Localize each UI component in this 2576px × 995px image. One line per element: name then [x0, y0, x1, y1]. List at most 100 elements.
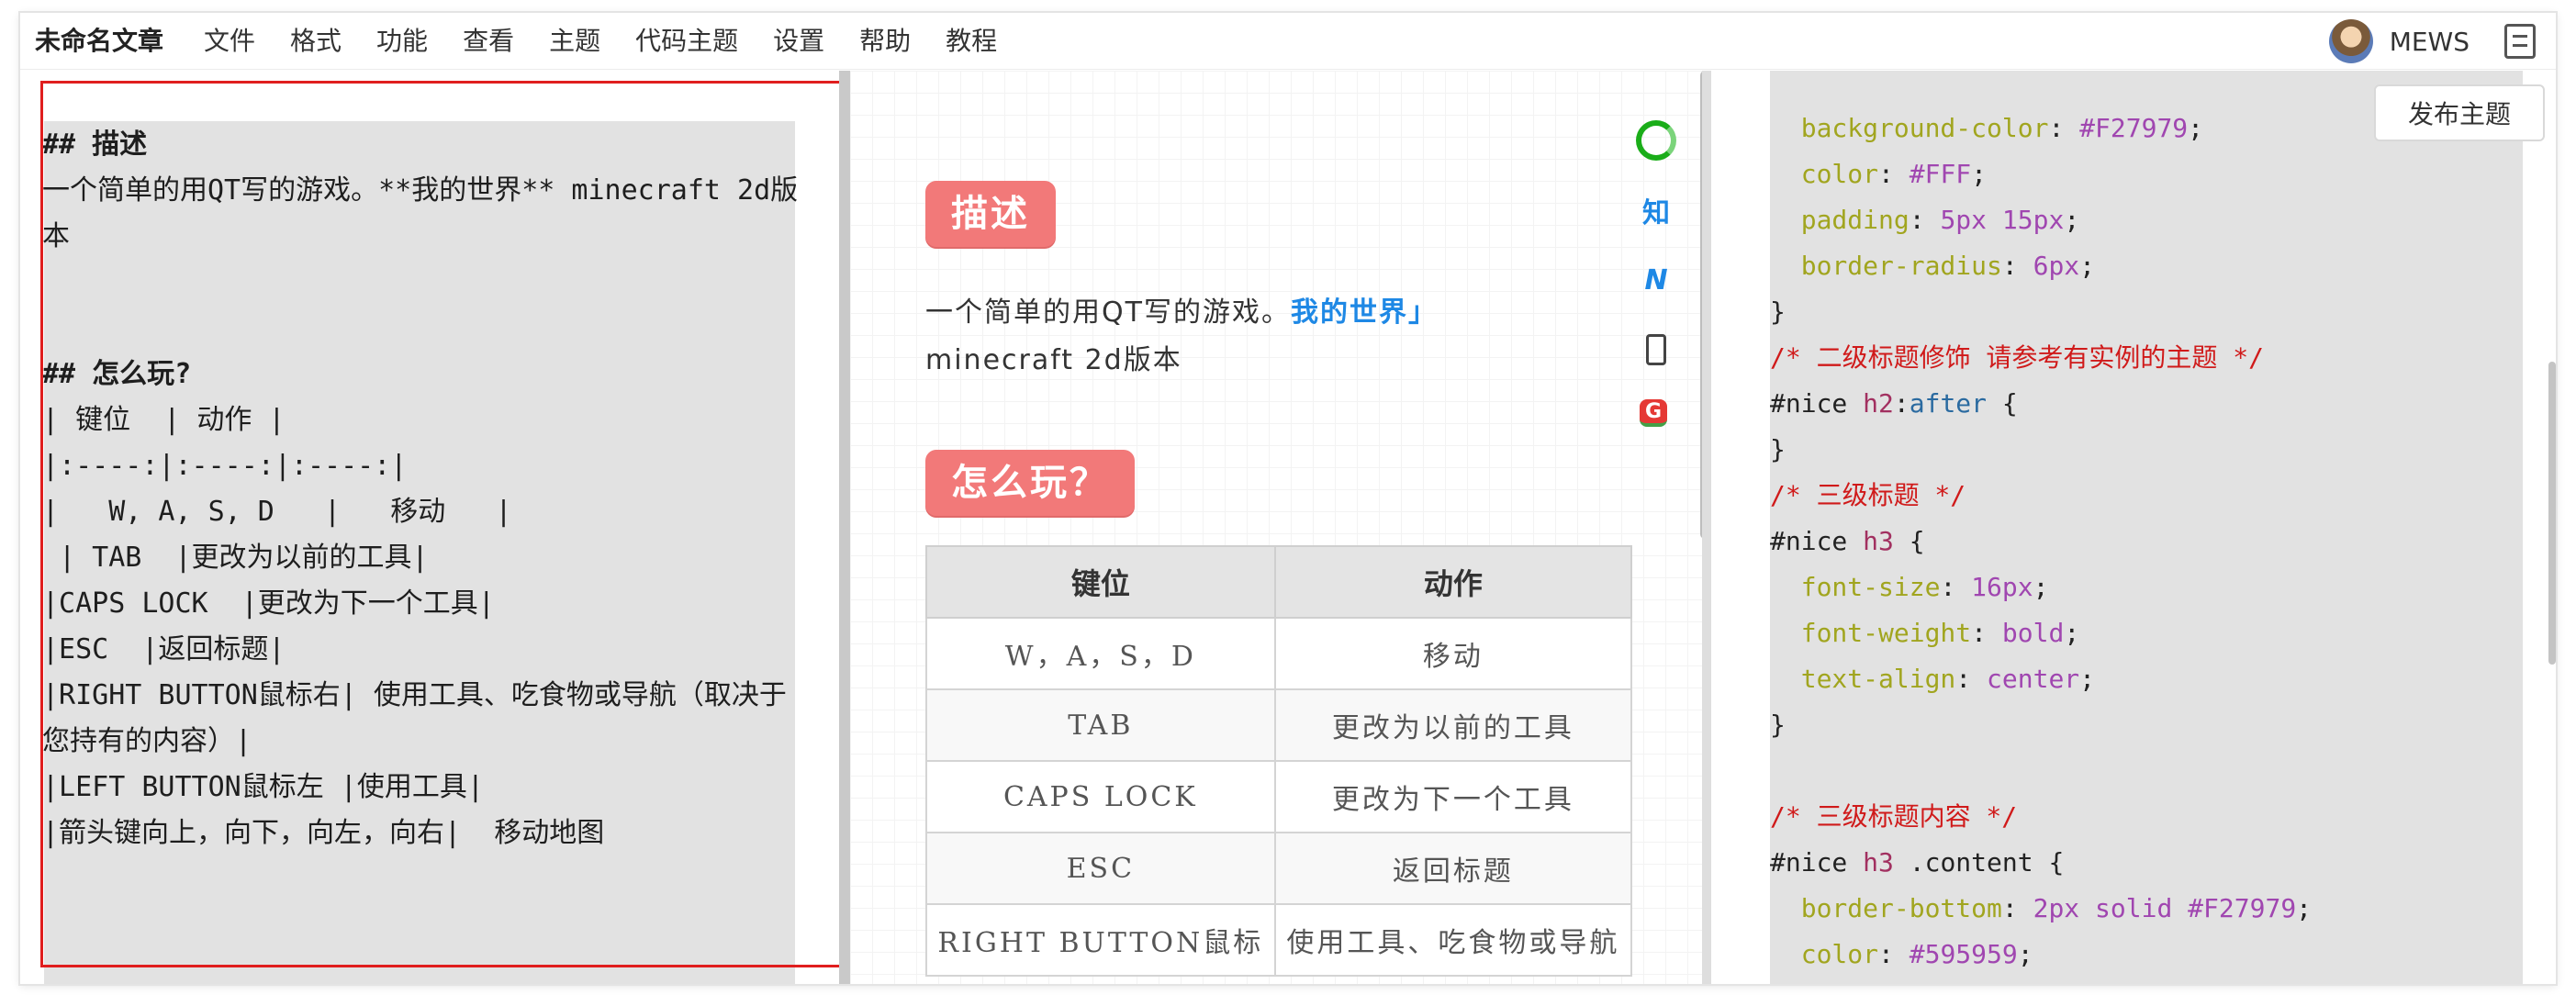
document-list-icon[interactable] [2504, 24, 2536, 59]
editor-line[interactable]: ## 描述 [42, 122, 804, 168]
css-line[interactable] [1770, 748, 2523, 794]
css-line[interactable]: color: #FFF; [1770, 151, 2523, 197]
css-scrollbar[interactable] [2548, 362, 2556, 665]
css-token [1770, 572, 1801, 602]
css-token: #nice [1770, 847, 1864, 878]
css-token: h2 [1863, 388, 1894, 419]
css-token: after [1909, 388, 1988, 419]
css-line[interactable]: /* 三级标题内容 */ [1770, 794, 2523, 840]
pane-splitter-right[interactable] [1702, 71, 1711, 984]
editor-line[interactable]: 一个简单的用QT写的游戏。**我的世界** minecraft 2d版本 [42, 168, 804, 260]
css-token: } [1770, 296, 1786, 327]
publish-theme-button[interactable]: 发布主题 [2374, 84, 2545, 141]
css-line[interactable]: #nice h3 { [1770, 519, 2523, 565]
editor-line[interactable]: | 键位 | 动作 | [42, 397, 804, 443]
editor-text[interactable]: ## 描述 一个简单的用QT写的游戏。**我的世界** minecraft 2d版… [42, 122, 804, 856]
css-token: color [1800, 159, 1879, 189]
css-token: ; [2064, 205, 2080, 235]
pane-splitter-left[interactable] [839, 71, 850, 984]
editor-line[interactable]: |CAPS LOCK |更改为下一个工具| [42, 581, 804, 627]
username[interactable]: MEWS [2390, 27, 2470, 57]
table-cell-action: 更改为下一个工具 [1273, 760, 1633, 833]
css-token: background-color [1800, 113, 2049, 143]
css-line[interactable]: font-size: 16px; [1770, 565, 2523, 610]
controls-table: 键位 动作 W，A，S，D 移动 TAB 更改为以前的工具 CAPS LOCK 更改为下一… [925, 545, 1633, 977]
css-token: : [1971, 618, 2002, 648]
css-line[interactable]: border-radius: 6px; [1770, 243, 2523, 289]
menu-code-theme[interactable]: 代码主题 [635, 13, 738, 70]
preview-paragraph-suffix: minecraft 2d版本 [925, 344, 1182, 376]
css-token: : [1878, 159, 1910, 189]
css-token: border-bottom [1800, 893, 2002, 923]
phone-icon[interactable] [1636, 330, 1676, 370]
css-line[interactable]: /* 三级标题 */ [1770, 473, 2523, 519]
editor-line[interactable]: |RIGHT BUTTON鼠标右| 使用工具、吃食物或导航（取决于您持有的内容）… [42, 673, 804, 765]
css-line[interactable]: text-align: center; [1770, 656, 2523, 702]
css-token: 2px solid #F27979 [2033, 893, 2297, 923]
zhihu-icon[interactable]: 知 [1636, 190, 1676, 230]
css-line[interactable]: padding: 5px 15px; [1770, 197, 2523, 243]
css-token: : [2001, 893, 2033, 923]
css-token: : [2048, 113, 2080, 143]
table-row: RIGHT BUTTON鼠标 使用工具、吃食物或导航 [925, 903, 1633, 977]
table-cell-action: 返回标题 [1273, 832, 1633, 905]
editor-line[interactable]: ## 怎么玩? [42, 352, 804, 397]
editor-line[interactable]: | W, A, S, D | 移动 | [42, 489, 804, 535]
css-token: ; [2079, 251, 2096, 281]
editor-line[interactable] [42, 260, 804, 306]
css-token: center [1987, 664, 2080, 694]
editor-line[interactable]: |:----:|:----:|:----:| [42, 443, 804, 489]
menu-file[interactable]: 文件 [204, 13, 255, 70]
menu-theme[interactable]: 主题 [549, 13, 600, 70]
editor-line[interactable] [42, 306, 804, 352]
markdown-editor[interactable]: ## 描述 一个简单的用QT写的游戏。**我的世界** minecraft 2d版… [20, 71, 839, 984]
css-token: .content { [1893, 847, 2065, 878]
css-token: : [2001, 251, 2033, 281]
app-window: 未命名文章 文件 格式 功能 查看 主题 代码主题 设置 帮助 教程 MEWS … [20, 13, 2556, 984]
google-icon[interactable]: G [1640, 399, 1667, 427]
menu-help[interactable]: 帮助 [859, 13, 911, 70]
css-line[interactable]: #nice h2:after { [1770, 381, 2523, 427]
menu-format[interactable]: 格式 [290, 13, 342, 70]
css-line[interactable]: border-bottom: 2px solid #F27979; [1770, 886, 2523, 932]
editor-line[interactable]: |LEFT BUTTON鼠标左 |使用工具| [42, 765, 804, 811]
table-cell-key: TAB [925, 688, 1276, 762]
css-token: 16px [1971, 572, 2033, 602]
editor-line[interactable]: | TAB |更改为以前的工具| [42, 535, 804, 581]
css-token [1770, 159, 1801, 189]
css-token [1770, 893, 1801, 923]
menu-view[interactable]: 查看 [463, 13, 514, 70]
css-token [1770, 664, 1801, 694]
css-token: : [1909, 205, 1941, 235]
menu-tutorial[interactable]: 教程 [946, 13, 997, 70]
table-cell-key: ESC [925, 832, 1276, 905]
css-token: #FFF [1909, 159, 1972, 189]
document-title[interactable]: 未命名文章 [35, 13, 163, 70]
css-token: ; [1971, 159, 1988, 189]
avatar[interactable] [2328, 19, 2373, 63]
css-line[interactable]: } [1770, 289, 2523, 335]
css-line[interactable]: } [1770, 702, 2523, 748]
css-token: /* 二级标题修饰 请参考有实例的主题 */ [1770, 342, 2265, 373]
css-editor[interactable]: background-color: #F27979; color: #FFF; … [1711, 71, 2556, 984]
css-line[interactable]: } [1770, 427, 2523, 473]
css-token: : [1893, 388, 1910, 419]
preview-paragraph-link[interactable]: 我的世界」 [1291, 296, 1438, 329]
css-code[interactable]: background-color: #F27979; color: #FFF; … [1770, 106, 2523, 978]
menu-settings[interactable]: 设置 [773, 13, 824, 70]
css-line[interactable]: /* 二级标题修饰 请参考有实例的主题 */ [1770, 335, 2523, 381]
preview-paragraph-text: 一个简单的用QT写的游戏。 [925, 296, 1291, 329]
css-token: font-size [1800, 572, 1941, 602]
menu-feature[interactable]: 功能 [376, 13, 428, 70]
juejin-icon[interactable]: N [1636, 260, 1676, 300]
user-area: MEWS [2328, 13, 2536, 70]
css-line[interactable]: color: #595959; [1770, 932, 2523, 978]
css-token: ; [2188, 113, 2204, 143]
css-line[interactable]: font-weight: bold; [1770, 610, 2523, 656]
css-token: } [1770, 434, 1786, 464]
wechat-icon[interactable] [1636, 120, 1676, 161]
editor-line[interactable]: |箭头键向上，向下，向左，向右| 移动地图 [42, 811, 804, 856]
table-row: CAPS LOCK 更改为下一个工具 [925, 760, 1633, 833]
editor-line[interactable]: |ESC |返回标题| [42, 627, 804, 673]
css-line[interactable]: #nice h3 .content { [1770, 840, 2523, 886]
